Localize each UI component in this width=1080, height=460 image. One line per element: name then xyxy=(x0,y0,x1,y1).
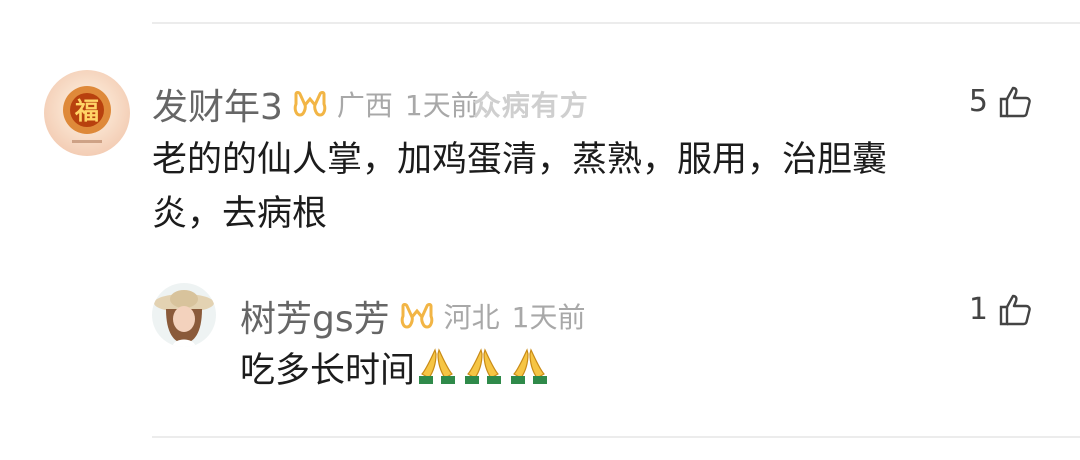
user-avatar[interactable]: 福 xyxy=(44,70,130,156)
timestamp: 1天前 xyxy=(511,301,586,334)
top-divider xyxy=(152,22,1080,24)
username[interactable]: 树芳gs芳 xyxy=(240,290,390,342)
pray-emoji-icon xyxy=(465,348,502,384)
comment-text-line: 吃多长时间 xyxy=(240,351,416,391)
comment-text: 老的的仙人掌，加鸡蛋清，蒸熟，服用，治胆囊 炎，去病根 xyxy=(152,133,1052,241)
like-count: 5 xyxy=(968,84,988,119)
location: 河北 xyxy=(443,301,500,334)
fu-character-avatar-icon: 福 xyxy=(44,70,130,156)
woman-with-hat-avatar-icon xyxy=(152,283,216,347)
thumbs-up-icon xyxy=(999,86,1031,117)
comment-text-line: 老的的仙人掌，加鸡蛋清，蒸熟，服用，治胆囊 xyxy=(152,140,888,180)
like-button[interactable]: 1 xyxy=(969,292,1032,327)
vip-badge-icon xyxy=(293,89,327,119)
vip-badge-icon xyxy=(400,301,434,331)
timestamp: 1天前 xyxy=(404,89,479,122)
watermark: 众病有方 xyxy=(472,89,589,122)
like-button[interactable]: 5 xyxy=(969,84,1032,119)
reply-text: 吃多长时间 xyxy=(240,344,553,398)
pray-emoji-icon xyxy=(419,348,456,384)
thumbs-up-icon xyxy=(999,294,1031,325)
pray-emoji-icon xyxy=(511,348,548,384)
bottom-divider xyxy=(152,436,1080,438)
svg-text:福: 福 xyxy=(74,97,99,125)
like-count: 1 xyxy=(968,292,988,327)
username[interactable]: 发财年3 xyxy=(152,78,283,130)
comment-text-line: 炎，去病根 xyxy=(152,194,328,234)
user-avatar[interactable] xyxy=(152,283,216,347)
location: 广西 xyxy=(336,89,393,122)
